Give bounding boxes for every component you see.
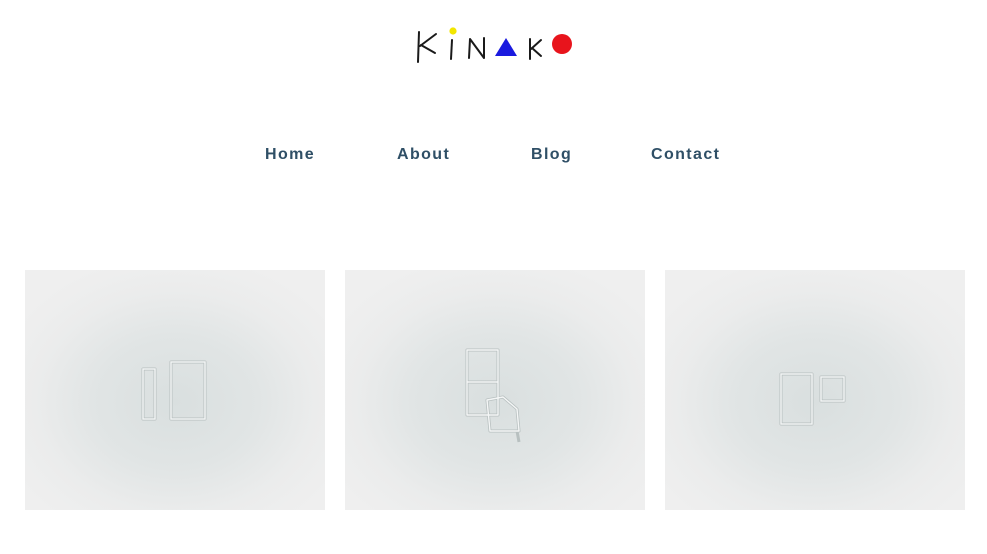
- gallery-item[interactable]: [345, 270, 645, 510]
- kinako-logo-icon: [417, 27, 572, 63]
- nav-item-about[interactable]: About: [397, 146, 450, 164]
- nav-item-blog[interactable]: Blog: [531, 146, 572, 164]
- gallery-item[interactable]: [665, 270, 965, 510]
- gallery-grid: [25, 270, 965, 510]
- gallery-item[interactable]: [25, 270, 325, 510]
- nav-item-contact[interactable]: Contact: [651, 146, 720, 164]
- wire-sculpture-image: [779, 372, 846, 426]
- main-nav: Home About Blog Contact: [0, 146, 987, 170]
- page: Home About Blog Contact: [0, 0, 987, 554]
- wire-sculpture-image: [141, 360, 207, 421]
- site-logo[interactable]: [410, 22, 580, 70]
- wire-sculpture-image: [465, 348, 521, 443]
- nav-item-home[interactable]: Home: [265, 146, 315, 164]
